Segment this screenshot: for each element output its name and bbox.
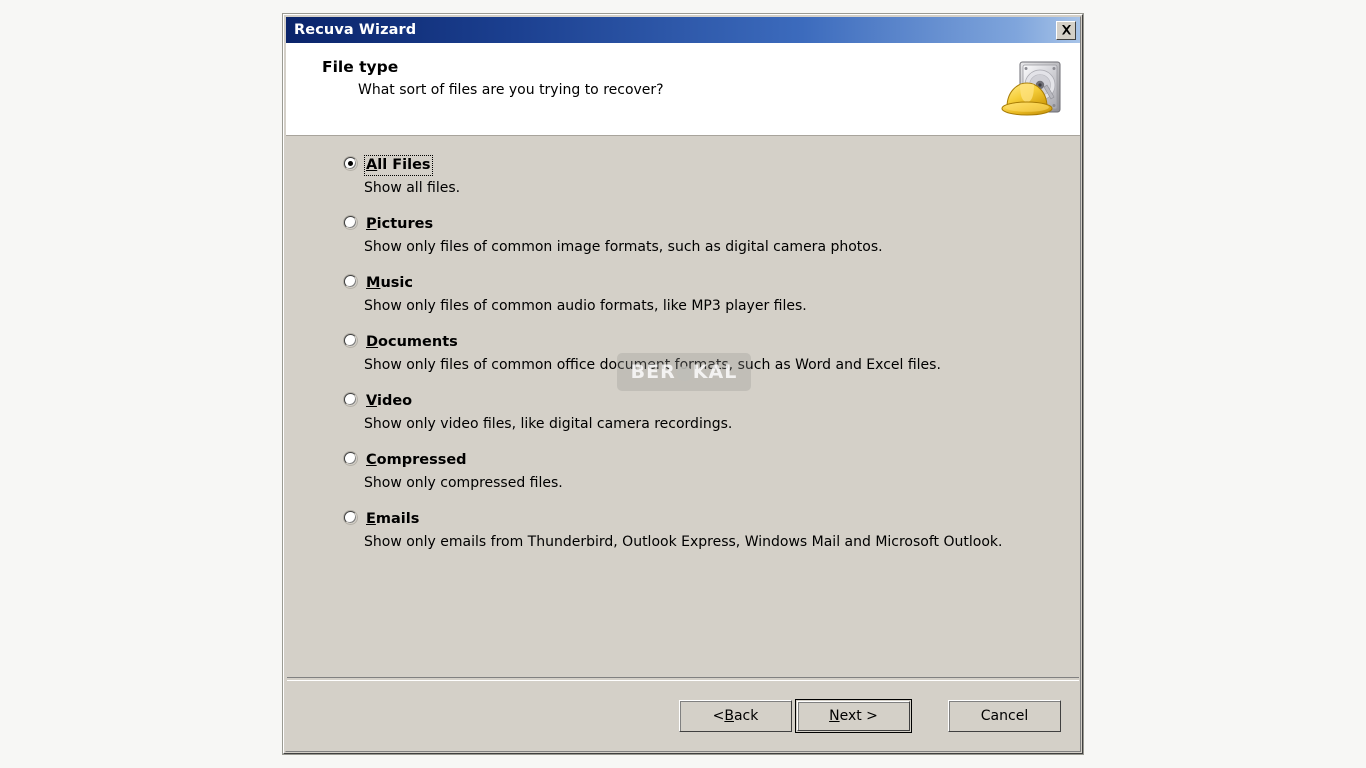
- next-button-accel: N: [829, 708, 840, 724]
- option-label-rest: ictures: [376, 216, 434, 232]
- wizard-footer: < Back Next > Cancel: [286, 681, 1080, 751]
- option-label-accel: P: [366, 216, 377, 232]
- file-type-option-music[interactable]: Music Show only files of common audio for…: [286, 272, 1080, 316]
- option-description: Show only compressed files.: [364, 475, 563, 491]
- wizard-header: File type What sort of files are you try…: [286, 43, 1080, 136]
- back-button-prefix: <: [712, 708, 725, 724]
- option-label-rest: usic: [380, 275, 413, 291]
- option-label[interactable]: Video: [364, 391, 414, 412]
- recuva-harddrive-hardhat-icon: [998, 55, 1070, 127]
- titlebar[interactable]: Recuva Wizard: [286, 17, 1080, 43]
- file-type-option-documents[interactable]: Documents Show only files of common offic…: [286, 331, 1080, 375]
- option-label[interactable]: Music: [364, 273, 415, 294]
- option-description: Show only files of common audio formats,…: [364, 298, 807, 314]
- file-type-radio-group: All Files Show all files. Pictures Show onl…: [286, 154, 1080, 552]
- radio-dot-icon: [348, 161, 353, 166]
- radio-button[interactable]: [344, 452, 357, 465]
- file-type-option-pictures[interactable]: Pictures Show only files of common image …: [286, 213, 1080, 257]
- recuva-wizard-dialog: Recuva Wizard File type What sort of fil…: [283, 14, 1083, 754]
- option-label-rest: ideo: [376, 393, 413, 409]
- file-type-option-compressed[interactable]: Compressed Show only compressed files.: [286, 449, 1080, 493]
- radio-button[interactable]: [344, 275, 357, 288]
- radio-button[interactable]: [344, 157, 357, 170]
- option-label-accel: M: [366, 275, 381, 291]
- close-button[interactable]: [1056, 20, 1076, 40]
- option-label[interactable]: Pictures: [364, 214, 435, 235]
- option-description: Show only emails from Thunderbird, Outlo…: [364, 534, 1003, 550]
- next-button-default-frame: Next >: [795, 699, 912, 733]
- file-type-option-emails[interactable]: Emails Show only emails from Thunderbird,…: [286, 508, 1080, 552]
- option-label-accel: E: [366, 511, 376, 527]
- page-title: File type: [322, 58, 399, 76]
- next-button-suffix: ext >: [839, 708, 878, 724]
- option-label-accel: V: [366, 393, 377, 409]
- radio-button[interactable]: [344, 511, 357, 524]
- cancel-button-label: Cancel: [980, 708, 1029, 724]
- option-description: Show only files of common image formats,…: [364, 239, 883, 255]
- file-type-option-all-files[interactable]: All Files Show all files.: [286, 154, 1080, 198]
- option-label[interactable]: All Files: [364, 155, 433, 176]
- option-description: Show only video files, like digital came…: [364, 416, 733, 432]
- file-type-option-video[interactable]: Video Show only video files, like digital…: [286, 390, 1080, 434]
- radio-button[interactable]: [344, 216, 357, 229]
- dialog-inner-frame: Recuva Wizard File type What sort of fil…: [285, 16, 1081, 752]
- option-label[interactable]: Emails: [364, 509, 421, 530]
- header-text-group: File type What sort of files are you try…: [322, 57, 998, 99]
- back-button-accel: B: [724, 708, 734, 724]
- option-label-rest: ompressed: [376, 452, 467, 468]
- close-icon: [1061, 25, 1072, 35]
- option-label-accel: A: [366, 157, 378, 173]
- next-button[interactable]: Next >: [797, 701, 910, 731]
- option-label-accel: D: [366, 334, 379, 350]
- option-label-rest: ll Files: [377, 157, 431, 173]
- cancel-button[interactable]: Cancel: [948, 700, 1061, 732]
- back-button[interactable]: < Back: [679, 700, 792, 732]
- radio-button[interactable]: [344, 393, 357, 406]
- window-title: Recuva Wizard: [294, 22, 417, 38]
- page-subtitle: What sort of files are you trying to rec…: [358, 82, 664, 98]
- option-description: Show all files.: [364, 180, 461, 196]
- option-label-rest: ocuments: [378, 334, 458, 350]
- file-type-options-panel: All Files Show all files. Pictures Show onl…: [286, 136, 1080, 677]
- cancel-button-wrap: Cancel: [948, 700, 1061, 732]
- option-description: Show only files of common office documen…: [364, 357, 941, 373]
- option-label-rest: mails: [375, 511, 420, 527]
- option-label[interactable]: Documents: [364, 332, 460, 353]
- option-label-accel: C: [366, 452, 377, 468]
- option-label[interactable]: Compressed: [364, 450, 469, 471]
- radio-button[interactable]: [344, 334, 357, 347]
- back-button-suffix: ack: [733, 708, 759, 724]
